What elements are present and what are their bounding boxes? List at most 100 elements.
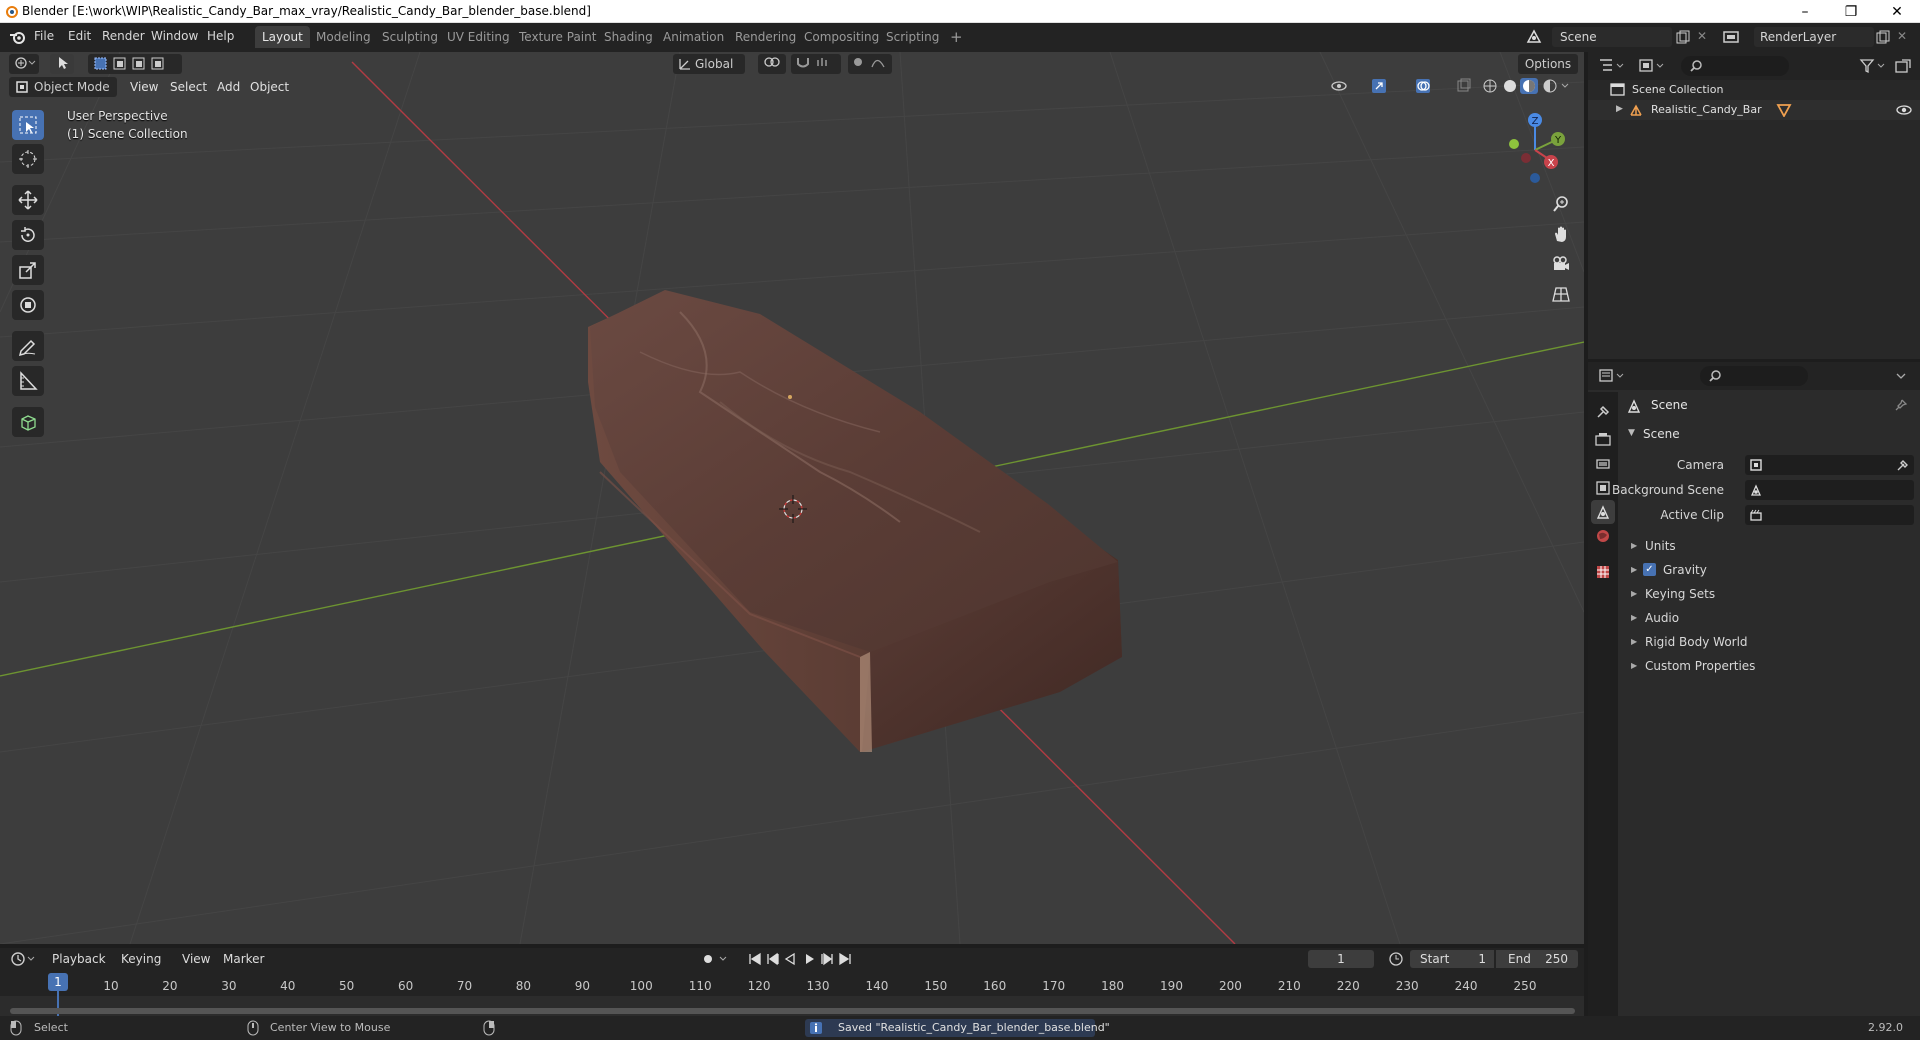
shading-modes-group[interactable] [1480, 77, 1572, 97]
tool-cursor[interactable] [12, 144, 44, 174]
maximize-button[interactable]: ❐ [1828, 0, 1874, 23]
zoom-button[interactable] [1547, 190, 1575, 218]
new-collection-icon[interactable] [1894, 57, 1912, 75]
menu-file[interactable]: File [34, 29, 54, 43]
scene-selector[interactable]: Scene [1552, 27, 1672, 47]
overlays-toggle[interactable] [1410, 77, 1446, 97]
tool-select-box[interactable] [12, 110, 44, 140]
background-scene-field[interactable] [1745, 480, 1914, 500]
tab-animation[interactable]: Animation [656, 26, 731, 48]
units-subpanel[interactable]: ▶ Units [1623, 534, 1920, 558]
tool-rotate[interactable] [12, 220, 44, 250]
eye-icon[interactable] [1895, 103, 1913, 117]
tab-layout[interactable]: Layout [255, 26, 310, 48]
tab-scripting[interactable]: Scripting [879, 26, 946, 48]
tab-modeling[interactable]: Modeling [309, 26, 378, 48]
selection-mode-group[interactable] [88, 54, 182, 74]
record-keyframes-icon[interactable] [700, 951, 736, 967]
gravity-subpanel[interactable]: ▶ ✓ Gravity [1623, 558, 1920, 582]
gravity-checkbox[interactable]: ✓ [1643, 563, 1656, 576]
scene-icon[interactable] [1525, 28, 1543, 46]
menu-render[interactable]: Render [102, 29, 145, 43]
viewport-menu-select[interactable]: Select [170, 80, 207, 94]
delete-scene-icon[interactable]: ✕ [1697, 29, 1707, 43]
timeline-menu-view[interactable]: View [182, 952, 210, 966]
select-mode-tool[interactable] [50, 54, 74, 74]
filter-icon[interactable] [1858, 57, 1888, 75]
properties-search-input[interactable] [1700, 366, 1808, 386]
editor-type-button[interactable] [9, 54, 39, 74]
audio-subpanel[interactable]: ▶ Audio [1623, 606, 1920, 630]
proportional-editing-button[interactable] [848, 54, 892, 74]
tool-add-cube[interactable] [12, 407, 44, 437]
navigation-gizmo[interactable]: Z Y X [1490, 110, 1570, 190]
3d-viewport[interactable]: Global Options Object Mode View Select A… [0, 52, 1584, 944]
menu-window[interactable]: Window [151, 29, 198, 43]
camera-field[interactable] [1745, 455, 1914, 475]
outliner-editor-icon[interactable] [1598, 57, 1626, 75]
tab-world[interactable] [1591, 524, 1615, 548]
snapping-button[interactable] [791, 54, 841, 74]
outliner-search-input[interactable] [1681, 56, 1789, 76]
new-scene-icon[interactable] [1676, 30, 1690, 44]
candy-bar-object[interactable] [588, 290, 1122, 752]
tool-scale[interactable] [12, 255, 44, 285]
current-frame-field[interactable]: 1 [1308, 950, 1374, 968]
tab-shading[interactable]: Shading [597, 26, 660, 48]
menu-edit[interactable]: Edit [68, 29, 91, 43]
playback-controls[interactable] [746, 951, 862, 967]
expand-arrow-icon[interactable]: ▶ [1616, 104, 1623, 114]
tab-sculpting[interactable]: Sculpting [375, 26, 445, 48]
delete-layer-icon[interactable]: ✕ [1897, 29, 1907, 43]
tool-annotate[interactable] [12, 331, 44, 361]
keying-sets-subpanel[interactable]: ▶ Keying Sets [1623, 582, 1920, 606]
view-layer-icon[interactable] [1722, 29, 1740, 45]
custom-properties-subpanel[interactable]: ▶ Custom Properties [1623, 654, 1920, 678]
active-clip-field[interactable] [1745, 505, 1914, 525]
tab-texture[interactable] [1591, 560, 1615, 584]
timeline-editor-icon[interactable] [10, 951, 38, 967]
pan-button[interactable] [1547, 220, 1575, 248]
blender-menu-icon[interactable] [9, 29, 27, 45]
viewport-menu-object[interactable]: Object [250, 80, 289, 94]
tool-move[interactable] [12, 185, 44, 215]
properties-options-icon[interactable] [1894, 369, 1908, 383]
add-workspace-button[interactable]: + [943, 26, 970, 48]
timeline-scrollbar[interactable] [10, 1008, 1575, 1014]
pivot-point-button[interactable] [758, 54, 786, 74]
gizmo-toggle[interactable] [1366, 77, 1402, 97]
renderlayer-selector[interactable]: RenderLayer [1754, 27, 1874, 47]
tool-transform[interactable] [12, 290, 44, 320]
outliner-row-scene-collection[interactable]: Scene Collection [1588, 80, 1920, 100]
menu-help[interactable]: Help [207, 29, 234, 43]
tab-output[interactable] [1591, 452, 1615, 476]
viewport-menu-add[interactable]: Add [217, 80, 240, 94]
tab-uv-editing[interactable]: UV Editing [440, 26, 517, 48]
options-dropdown[interactable]: Options [1518, 54, 1578, 74]
minimize-button[interactable]: – [1782, 0, 1828, 23]
object-mode-dropdown[interactable]: Object Mode [9, 77, 117, 97]
display-mode-icon[interactable] [1638, 57, 1666, 75]
transform-orientation-dropdown[interactable]: Global [673, 54, 745, 74]
start-frame-field[interactable]: Start 1 [1410, 950, 1494, 968]
tab-render[interactable] [1591, 428, 1615, 452]
timeline-menu-playback[interactable]: Playback [52, 952, 106, 966]
timeline-menu-keying[interactable]: Keying [121, 952, 161, 966]
visibility-dropdown[interactable] [1327, 77, 1363, 97]
tab-tool[interactable] [1591, 400, 1615, 424]
timeline-editor[interactable]: Playback Keying View Marker 1 Start 1 En… [0, 948, 1584, 1016]
perspective-toggle-button[interactable] [1547, 280, 1575, 308]
new-layer-icon[interactable] [1876, 30, 1890, 44]
rigid-body-world-subpanel[interactable]: ▶ Rigid Body World [1623, 630, 1920, 654]
properties-editor-icon[interactable] [1598, 367, 1626, 385]
tool-measure[interactable] [12, 366, 44, 396]
tab-compositing[interactable]: Compositing [797, 26, 886, 48]
timeline-menu-marker[interactable]: Marker [223, 952, 264, 966]
camera-view-button[interactable] [1547, 250, 1575, 278]
scene-panel-header[interactable]: ▼ Scene [1623, 422, 1920, 446]
xray-toggle[interactable] [1455, 77, 1473, 97]
close-window-button[interactable]: ✕ [1874, 0, 1920, 23]
outliner-row-object[interactable]: ▶ Realistic_Candy_Bar [1588, 100, 1920, 120]
tab-scene[interactable] [1591, 500, 1615, 524]
tab-texture-paint[interactable]: Texture Paint [512, 26, 603, 48]
